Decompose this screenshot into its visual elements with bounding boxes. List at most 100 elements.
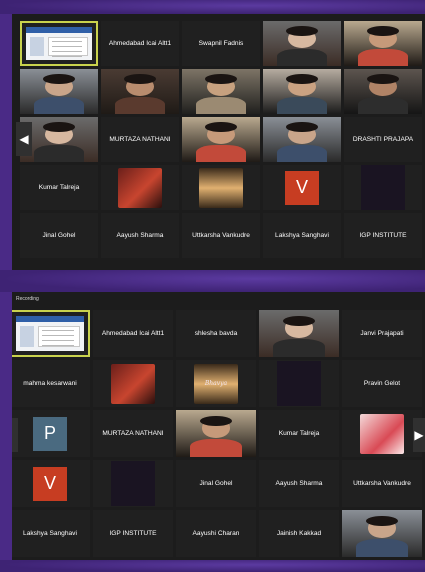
participant-name: shlesha bavda bbox=[194, 330, 238, 337]
participant-tile-video[interactable] bbox=[182, 69, 260, 114]
person-body bbox=[196, 144, 246, 162]
participant-name: Kumar Talreja bbox=[38, 184, 80, 191]
participant-tile-murtaza-nathani[interactable]: MURTAZA NATHANI bbox=[101, 117, 179, 162]
participant-tile-aayush-sharma[interactable]: Aayush Sharma bbox=[101, 213, 179, 258]
video-feed bbox=[101, 69, 179, 114]
participant-tile-image[interactable] bbox=[93, 360, 173, 407]
participant-tile-video[interactable] bbox=[101, 69, 179, 114]
participant-name: Janvi Prajapati bbox=[360, 330, 404, 337]
participant-name: mahma kesarwani bbox=[23, 380, 77, 387]
participant-tile-ahmedabad-icai-altt1[interactable]: Ahmedabad Icai Altt1 bbox=[93, 310, 173, 357]
bottom-gallery-grid: Ahmedabad Icai Altt1 shlesha bavda Janvi P… bbox=[12, 310, 422, 557]
participant-tile-igp-institute[interactable]: IGP INSTITUTE bbox=[344, 213, 422, 258]
participant-name: MURTAZA NATHANI bbox=[109, 136, 171, 143]
chevron-right-icon: ▶ bbox=[414, 428, 424, 442]
video-feed bbox=[263, 117, 341, 162]
participant-tile-video[interactable] bbox=[344, 21, 422, 66]
participant-tile-video[interactable] bbox=[263, 21, 341, 66]
participant-tile-janvi-prajapati[interactable]: Janvi Prajapati bbox=[342, 310, 422, 357]
person-body bbox=[358, 96, 408, 114]
participant-tile-video[interactable] bbox=[263, 117, 341, 162]
participant-tile-lakshya-sanghavi[interactable]: Lakshya Sanghavi bbox=[263, 213, 341, 258]
prev-page-button[interactable] bbox=[12, 418, 18, 452]
prev-page-button[interactable]: ◀ bbox=[16, 122, 32, 156]
participant-name: Uttkarsha Vankudre bbox=[192, 232, 250, 239]
participant-tile-video-off[interactable] bbox=[344, 165, 422, 210]
next-page-button[interactable]: ▶ bbox=[413, 418, 425, 452]
participant-tile-video[interactable] bbox=[342, 510, 422, 557]
participant-tile-jinal-gohel[interactable]: Jinal Gohel bbox=[20, 213, 98, 258]
purple-background-bottom bbox=[0, 560, 425, 572]
shared-screen-preview bbox=[16, 316, 84, 351]
person-body bbox=[34, 144, 84, 162]
participant-name: Jinal Gohel bbox=[199, 480, 233, 487]
profile-image bbox=[360, 413, 404, 454]
participant-tile-image[interactable]: Bhavya bbox=[176, 360, 256, 407]
participant-tile-avatar[interactable]: V bbox=[12, 460, 90, 507]
participant-tile-ahmedabad-icai-altt1[interactable]: Ahmedabad Icai Altt1 bbox=[101, 21, 179, 66]
participant-tile-lakshya-sanghavi[interactable]: Lakshya Sanghavi bbox=[12, 510, 90, 557]
screen-share-tile[interactable] bbox=[12, 310, 90, 357]
person-hair bbox=[283, 315, 315, 326]
participant-tile-kumar-talreja[interactable]: Kumar Talreja bbox=[20, 165, 98, 210]
video-feed bbox=[182, 117, 260, 162]
shared-screen-preview bbox=[26, 27, 92, 60]
person-body bbox=[277, 48, 327, 66]
participant-tile-aayush-sharma[interactable]: Aayush Sharma bbox=[259, 460, 339, 507]
participant-tile-video[interactable] bbox=[176, 410, 256, 457]
profile-image-text: Bhavya bbox=[204, 380, 228, 387]
participant-tile-jinal-gohel[interactable]: Jinal Gohel bbox=[176, 460, 256, 507]
person-body bbox=[196, 96, 246, 114]
person-body bbox=[277, 96, 327, 114]
participant-name: Jainish Kakkad bbox=[276, 530, 322, 537]
participant-tile-avatar[interactable]: P bbox=[12, 410, 90, 457]
participant-tile-video[interactable] bbox=[182, 117, 260, 162]
participant-tile-video[interactable] bbox=[20, 69, 98, 114]
participant-name: Lakshya Sanghavi bbox=[275, 232, 329, 239]
participant-tile-image[interactable] bbox=[342, 410, 422, 457]
person-hair bbox=[200, 415, 232, 426]
participant-tile-igp-institute[interactable]: IGP INSTITUTE bbox=[93, 510, 173, 557]
participant-tile-swapnil-fadnis[interactable]: Swapnil Fadnis bbox=[182, 21, 260, 66]
participant-name: Swapnil Fadnis bbox=[198, 40, 244, 47]
participant-tile-video[interactable] bbox=[263, 69, 341, 114]
participant-tile-image[interactable] bbox=[101, 165, 179, 210]
participant-tile-kumar-talreja[interactable]: Kumar Talreja bbox=[259, 410, 339, 457]
video-feed bbox=[176, 410, 256, 457]
purple-background-top bbox=[0, 0, 425, 14]
avatar: V bbox=[33, 466, 67, 501]
participant-tile-pravin-gelot[interactable]: Pravin Gelot bbox=[342, 360, 422, 407]
chevron-left-icon: ◀ bbox=[19, 132, 29, 146]
recording-label: Recording bbox=[16, 296, 39, 302]
participant-tile-video-off[interactable] bbox=[259, 360, 339, 407]
participant-tile-jainish-kakkad[interactable]: Jainish Kakkad bbox=[259, 510, 339, 557]
participant-name: DRASHTI PRAJAPA bbox=[352, 136, 414, 143]
participant-name: Aayush Sharma bbox=[275, 480, 323, 487]
participant-name: Pravin Gelot bbox=[363, 380, 401, 387]
video-feed bbox=[344, 69, 422, 114]
participant-tile-drashti-prajapa[interactable]: DRASHTI PRAJAPA bbox=[344, 117, 422, 162]
profile-image bbox=[199, 167, 243, 208]
participant-tile-uttkarsha-vankudre[interactable]: Uttkarsha Vankudre bbox=[342, 460, 422, 507]
participant-name: IGP INSTITUTE bbox=[109, 530, 157, 537]
dark-video-frame bbox=[277, 361, 321, 406]
avatar: P bbox=[33, 416, 67, 451]
participant-tile-mahma-kesarwani[interactable]: mahma kesarwani bbox=[12, 360, 90, 407]
participant-tile-shlesha-bavda[interactable]: shlesha bavda bbox=[176, 310, 256, 357]
participant-tile-video-off[interactable] bbox=[93, 460, 173, 507]
person-body bbox=[190, 439, 242, 457]
participant-tile-video[interactable] bbox=[259, 310, 339, 357]
screen-share-tile[interactable] bbox=[20, 21, 98, 66]
participant-tile-avatar[interactable]: V bbox=[263, 165, 341, 210]
participant-tile-video[interactable] bbox=[344, 69, 422, 114]
video-feed bbox=[259, 310, 339, 357]
participant-tile-aayushi-charan[interactable]: Aayushi Charan bbox=[176, 510, 256, 557]
participant-name: IGP INSTITUTE bbox=[359, 232, 407, 239]
video-feed bbox=[344, 21, 422, 66]
person-body bbox=[358, 48, 408, 66]
participant-tile-uttkarsha-vankudre[interactable]: Uttkarsha Vankudre bbox=[182, 213, 260, 258]
participant-tile-image[interactable] bbox=[182, 165, 260, 210]
participant-tile-murtaza-nathani[interactable]: MURTAZA NATHANI bbox=[93, 410, 173, 457]
participant-name: Uttkarsha Vankudre bbox=[353, 480, 411, 487]
dark-video-frame bbox=[361, 165, 405, 210]
